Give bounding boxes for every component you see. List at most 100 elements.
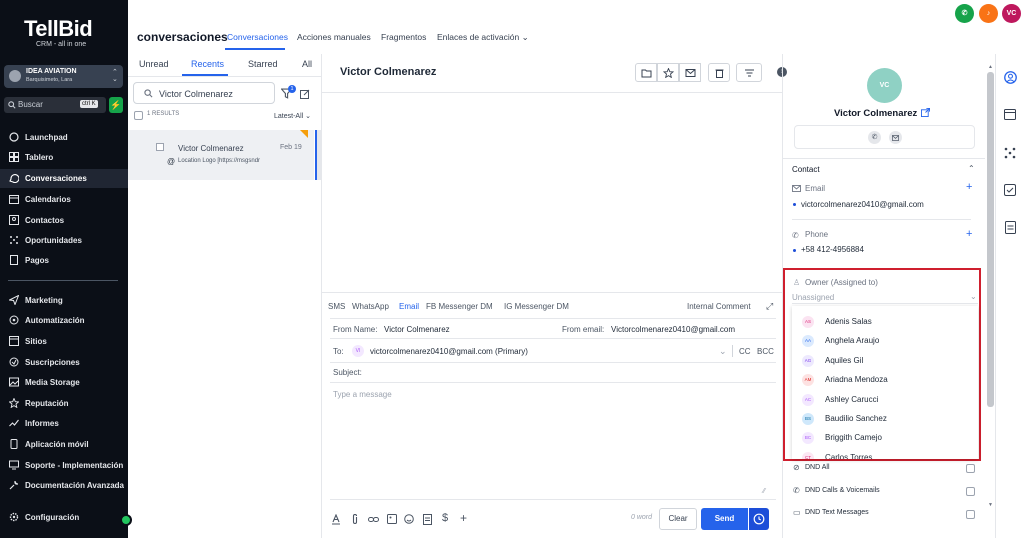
message-input[interactable]: Type a message (333, 390, 763, 490)
owner-option[interactable]: BC Briggith Camejo (802, 429, 972, 448)
owner-option[interactable]: AS Adenis Salas (802, 313, 972, 332)
rail-tasks-button[interactable] (1004, 184, 1016, 196)
notifications-button[interactable]: ♪ (979, 4, 998, 23)
rail-notes-button[interactable] (1005, 221, 1016, 234)
conversation-item[interactable]: Victor Colmenarez Feb 19 @ Location Logo… (128, 130, 314, 180)
select-all-checkbox[interactable] (134, 111, 143, 120)
sidebar-item-contactos[interactable]: Contactos (0, 211, 128, 230)
rail-calendar-button[interactable] (1004, 108, 1016, 120)
dnd-all-checkbox[interactable] (966, 464, 975, 473)
image-button[interactable] (387, 514, 397, 524)
more-actions-button[interactable]: + (460, 511, 467, 525)
chevron-up-icon[interactable]: ⌃ (968, 164, 975, 173)
sidebar-item-tablero[interactable]: Tablero (0, 148, 128, 167)
scroll-down-icon[interactable]: ▼ (988, 502, 993, 508)
from-email-value[interactable]: Victorcolmenarez0410@gmail.com (611, 325, 735, 334)
owner-option[interactable]: AG Aquiles Gil (802, 352, 972, 371)
sidebar-item-sitios[interactable]: Sitios (0, 332, 128, 351)
sidebar-item-informes[interactable]: Informes (0, 414, 128, 433)
move-folder-button[interactable] (635, 63, 657, 82)
rail-opportunities-button[interactable] (1004, 147, 1016, 159)
dnd-calls-checkbox[interactable] (966, 487, 975, 496)
tab-enlaces[interactable]: Enlaces de activación ⌄ (437, 32, 529, 43)
tab-recents[interactable]: Recents (191, 59, 224, 69)
tab-unread[interactable]: Unread (139, 59, 169, 69)
owner-option[interactable]: CT Carlos Torres (802, 449, 972, 459)
internal-comment-tab[interactable]: Internal Comment (687, 302, 751, 311)
channel-sms[interactable]: SMS (328, 302, 345, 311)
subject-input[interactable] (378, 366, 768, 378)
send-button[interactable]: Send (701, 508, 748, 530)
sidebar-item-marketing[interactable]: Marketing (0, 291, 128, 310)
chevron-down-icon[interactable]: ⌄ (719, 346, 727, 357)
sidebar-item-configuracion[interactable]: Configuración (0, 508, 128, 527)
list-scrollbar[interactable] (315, 130, 321, 180)
compose-button[interactable] (300, 89, 310, 99)
schedule-button[interactable] (749, 508, 769, 530)
sidebar-item-documentacion[interactable]: Documentación Avanzada (0, 476, 128, 495)
resize-handle[interactable]: ⁄⁄ (763, 488, 765, 495)
sidebar-search[interactable]: Buscar ctrl K (4, 97, 106, 113)
link-button[interactable] (368, 515, 379, 524)
add-email-button[interactable]: + (966, 181, 972, 193)
dnd-text-checkbox[interactable] (966, 510, 975, 519)
filter-button[interactable]: 1 (281, 85, 296, 101)
sidebar-item-suscripciones[interactable]: Suscripciones (0, 353, 128, 372)
filter-messages-button[interactable] (736, 63, 762, 82)
tab-all[interactable]: All (302, 59, 312, 69)
sidebar-item-reputacion[interactable]: Reputación (0, 394, 128, 413)
owner-select[interactable]: Unassigned ⌄ (792, 290, 978, 304)
template-button[interactable] (423, 514, 432, 525)
tab-conversaciones[interactable]: Conversaciones (227, 32, 288, 42)
tab-starred[interactable]: Starred (248, 59, 278, 69)
scrollbar-thumb[interactable] (987, 72, 994, 407)
sidebar-item-automatizacion[interactable]: Automatización (0, 311, 128, 330)
owner-option[interactable]: AM Ariadna Mendoza (802, 371, 972, 390)
tab-acciones-manuales[interactable]: Acciones manuales (297, 32, 371, 42)
email-contact-button[interactable] (889, 131, 902, 144)
sidebar-item-launchpad[interactable]: Launchpad (0, 128, 128, 147)
conversation-search-input[interactable]: Victor Colmenarez (133, 82, 275, 104)
mark-unread-button[interactable] (679, 63, 701, 82)
sort-dropdown[interactable]: Latest-All ⌄ (274, 112, 311, 120)
channel-whatsapp[interactable]: WhatsApp (352, 302, 389, 311)
owner-option[interactable]: AC Ashley Carucci (802, 391, 972, 410)
to-value[interactable]: victorcolmenarez0410@gmail.com (Primary) (370, 347, 528, 356)
scroll-up-icon[interactable]: ▲ (988, 64, 993, 70)
sidebar-item-oportunidades[interactable]: Oportunidades (0, 231, 128, 250)
sidebar-item-media-storage[interactable]: Media Storage (0, 373, 128, 392)
account-switcher[interactable]: IDEA AVIATION Barquisimeto, Lara ⌃ ⌄ (4, 65, 123, 88)
sidebar-item-app-movil[interactable]: Aplicación móvil (0, 435, 128, 454)
channel-email[interactable]: Email (399, 302, 419, 311)
tab-fragmentos[interactable]: Fragmentos (381, 32, 426, 42)
owner-option[interactable]: AA Anghela Araujo (802, 332, 972, 351)
delete-button[interactable] (708, 63, 730, 82)
payment-link-button[interactable]: $ (442, 512, 448, 524)
sidebar-item-soporte[interactable]: Soporte - Implementación (0, 456, 128, 475)
rail-contact-button[interactable] (1004, 71, 1017, 84)
quick-action-button[interactable]: ⚡ (109, 97, 123, 113)
add-phone-button[interactable]: + (966, 228, 972, 240)
email-value[interactable]: victorcolmenarez0410@gmail.com (801, 200, 924, 209)
sidebar-item-pagos[interactable]: Pagos (0, 251, 128, 270)
expand-composer-button[interactable]: ⤢ (766, 301, 773, 312)
owner-option[interactable]: BS Baudilio Sanchez (802, 410, 972, 429)
phone-value[interactable]: +58 412-4956884 (801, 245, 864, 254)
channel-fb-messenger[interactable]: FB Messenger DM (426, 302, 493, 311)
from-name-value[interactable]: Victor Colmenarez (384, 325, 450, 334)
cc-button[interactable]: CC (739, 347, 751, 356)
sidebar-item-conversaciones[interactable]: Conversaciones (0, 169, 128, 188)
panel-scrollbar[interactable]: ▲ ▼ (986, 62, 995, 514)
bcc-button[interactable]: BCC (757, 347, 774, 356)
phone-button[interactable]: ✆ (955, 4, 974, 23)
user-avatar[interactable]: VC (1002, 4, 1021, 23)
attach-button[interactable] (351, 514, 359, 525)
emoji-button[interactable] (404, 514, 414, 524)
text-format-button[interactable] (331, 514, 341, 525)
clear-button[interactable]: Clear (659, 508, 697, 530)
sidebar-item-calendarios[interactable]: Calendarios (0, 190, 128, 209)
open-contact-link[interactable] (921, 108, 930, 117)
channel-ig-messenger[interactable]: IG Messenger DM (504, 302, 569, 311)
star-button[interactable] (657, 63, 679, 82)
call-contact-button[interactable]: ✆ (868, 131, 881, 144)
